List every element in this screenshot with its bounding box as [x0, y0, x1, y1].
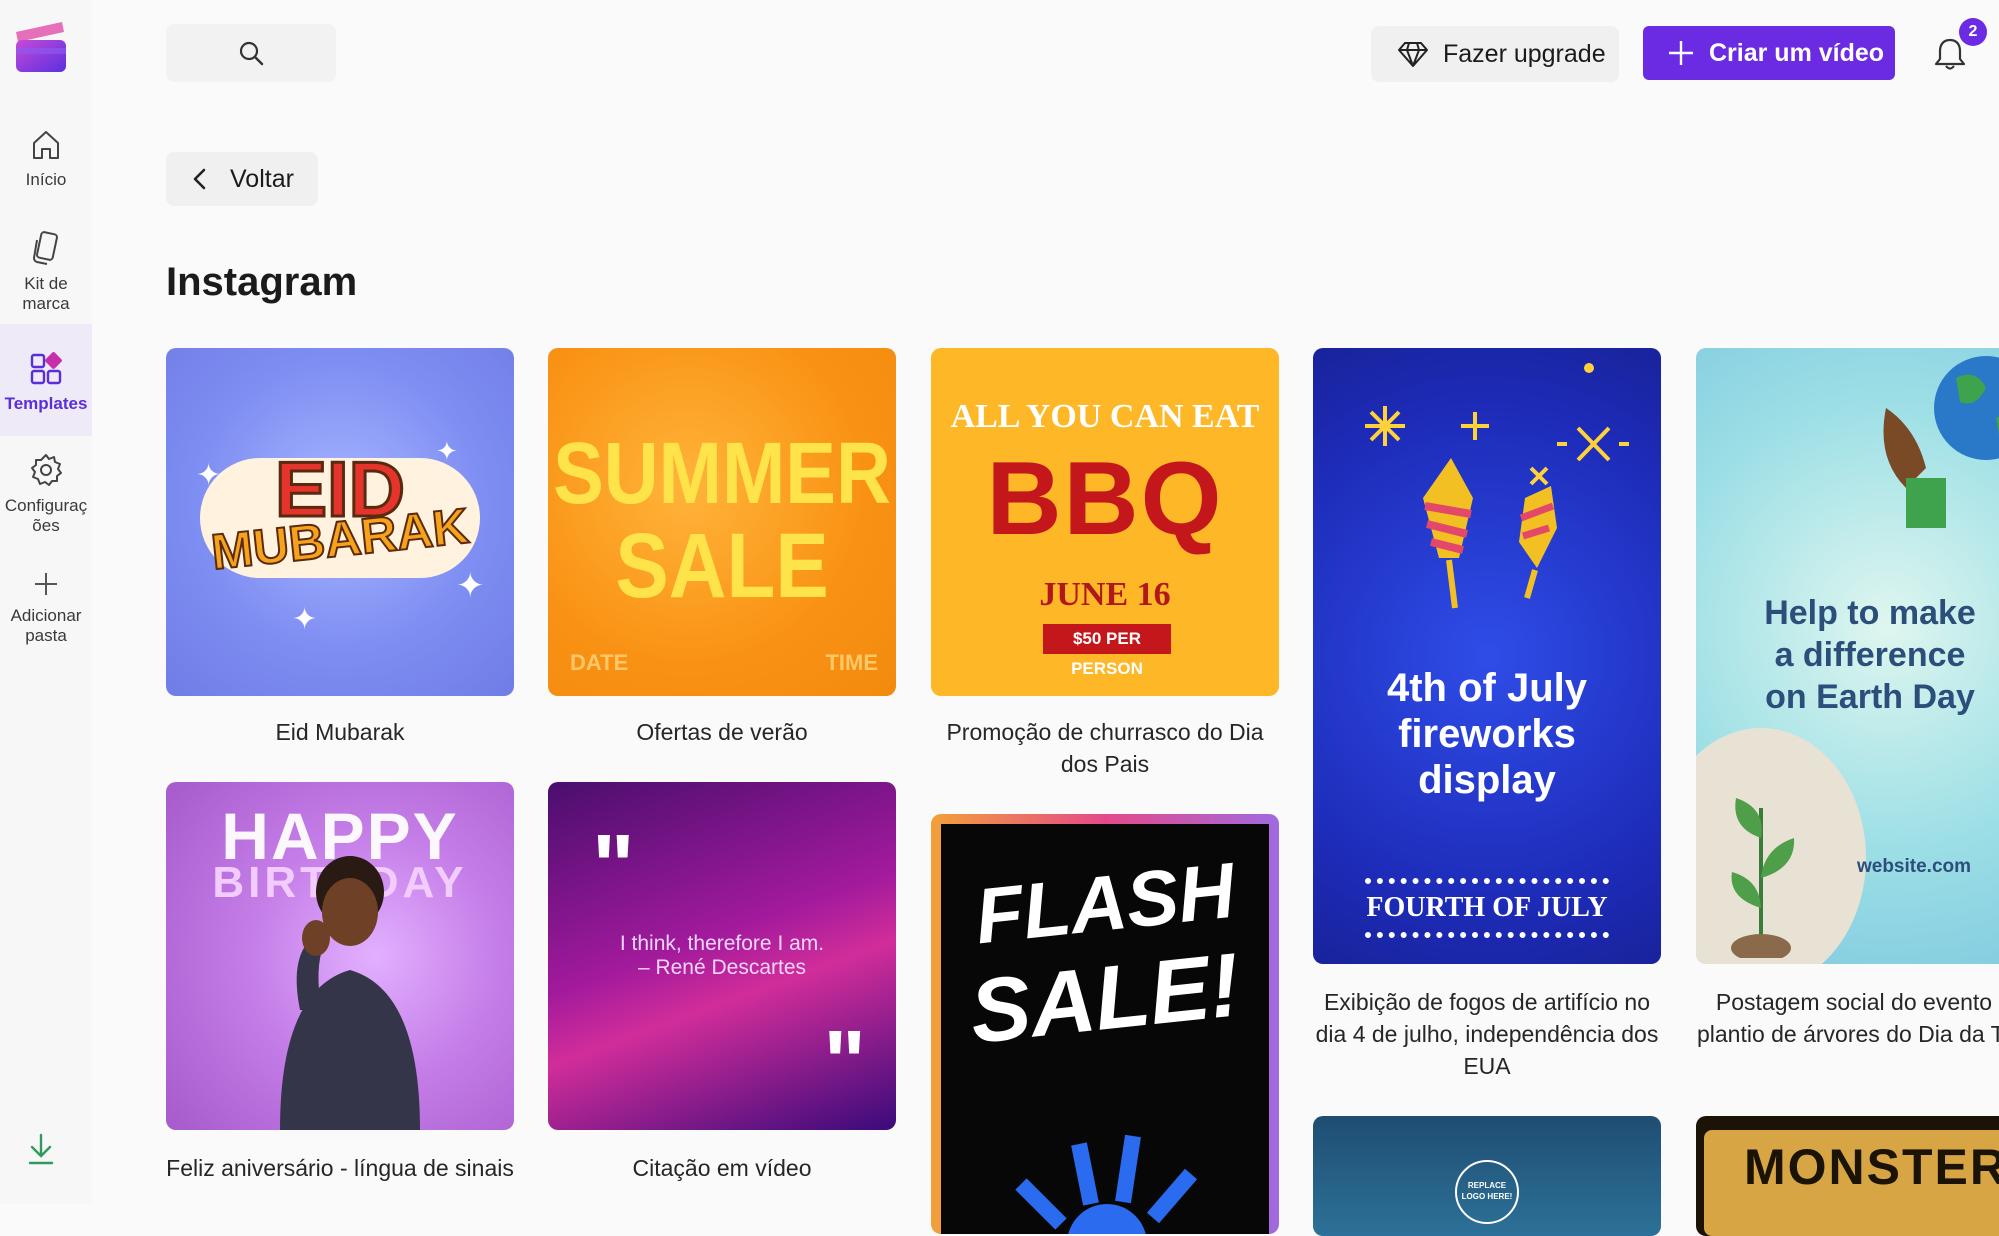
diamond-icon	[1398, 42, 1428, 67]
home-icon	[33, 131, 59, 159]
thumb-text: DATE	[570, 650, 629, 675]
thumb-text: fireworks	[1398, 712, 1576, 756]
template-caption: Exibição de fogos de artifício no dia 4 …	[1315, 989, 1659, 1079]
sparkle-icon: ✦	[196, 459, 222, 492]
logo-placeholder: REPLACE LOGO HERE!	[1455, 1160, 1519, 1224]
thumb-text: ALL YOU CAN EAT	[950, 398, 1260, 435]
thumb-text: SALE	[615, 514, 829, 617]
template-caption: Promoção de churrasco do Dia dos Pais	[946, 719, 1264, 777]
template-card-birthday-sign-language[interactable]: HAPPY BIRTHDAY	[166, 782, 514, 1130]
plus-icon	[1669, 41, 1693, 65]
sidebar-item-templates[interactable]: Templates	[0, 324, 92, 436]
thumb-text: LOGO HERE!	[1461, 1192, 1513, 1201]
thumb-text: BBQ	[986, 441, 1224, 557]
template-caption: Ofertas de verão	[636, 719, 808, 745]
thumb-text: $50 PER PERSON	[1071, 629, 1143, 678]
upgrade-label: Fazer upgrade	[1443, 39, 1606, 68]
app-logo[interactable]	[12, 18, 68, 76]
thumb-text: 4th of July	[1386, 666, 1588, 710]
quote-mark-icon: "	[592, 817, 635, 917]
templates-icon	[30, 352, 62, 385]
add-folder-button[interactable]: Adicionar pasta	[0, 570, 92, 647]
template-caption: Citação em vídeo	[632, 1155, 812, 1181]
plus-icon	[35, 573, 57, 595]
template-card-monster[interactable]: MONSTER	[1696, 1116, 1999, 1236]
search-icon	[239, 41, 264, 66]
page-title: Instagram	[166, 260, 358, 304]
dotted-divider	[1365, 932, 1609, 938]
quote-text: I think, therefore I am. – René Descarte…	[548, 932, 896, 980]
template-card-eid-mubarak[interactable]: EID MUBARAK ✦ ✦ ✦ ✦	[166, 348, 514, 696]
sidebar-item-label: Templates	[4, 394, 88, 413]
sidebar-item-brand-kit[interactable]: Kit de marca	[0, 230, 92, 315]
sapling-icon	[1731, 798, 1795, 958]
template-card-flash-sale[interactable]: FLASH SALE!	[931, 814, 1279, 1234]
sparkle-icon: ✦	[456, 567, 485, 605]
thumb-text: JUNE 16	[1039, 576, 1171, 613]
sparkle-icon: ✦	[436, 436, 458, 466]
thumb-text: I think, therefore I am.	[619, 932, 825, 955]
template-card-fourth-of-july[interactable]: 4th of July fireworks display FOURTH OF …	[1313, 348, 1661, 964]
sidebar-item-home[interactable]: Início	[0, 128, 92, 190]
template-card-earth-day[interactable]: Help to make a difference on Earth Day w…	[1696, 348, 1999, 964]
price-tag: $50 PER PERSON	[1043, 624, 1171, 678]
template-caption: Feliz aniversário - língua de sinais	[166, 1155, 514, 1181]
thumb-text: a difference	[1774, 636, 1966, 674]
earth-day-text: Help to make a difference on Earth Day	[1696, 592, 1999, 718]
thumb-text: FOURTH OF JULY	[1366, 892, 1608, 923]
thumb-text: SUMMER	[553, 424, 891, 523]
template-card-bbq[interactable]: ALL YOU CAN EAT BBQ JUNE 16 $50 PER PERS…	[931, 348, 1279, 696]
flash-sale-inner: FLASH SALE!	[941, 824, 1269, 1234]
search-button[interactable]	[166, 24, 336, 82]
dotted-divider	[1365, 878, 1609, 884]
sidebar-item-label: Adicionar pasta	[10, 606, 82, 646]
create-video-button[interactable]: Criar um vídeo	[1643, 26, 1895, 80]
back-label: Voltar	[230, 164, 294, 193]
gear-icon	[31, 454, 62, 486]
chevron-left-icon	[193, 168, 206, 190]
template-card-replace-logo[interactable]: REPLACE LOGO HERE!	[1313, 1116, 1661, 1236]
upgrade-button[interactable]: Fazer upgrade	[1371, 26, 1619, 82]
sidebar: Início Kit de marca Templates Configuraç…	[0, 0, 92, 1204]
template-card-summer-sale[interactable]: SUMMER SALE DATE TIME	[548, 348, 896, 696]
template-caption: Eid Mubarak	[275, 719, 405, 745]
thumb-text: website.com	[1856, 856, 1972, 877]
thumb-text: TIME	[825, 650, 878, 675]
sidebar-item-settings[interactable]: Configurações	[0, 452, 92, 537]
brand-kit-icon	[32, 231, 58, 265]
create-video-label: Criar um vídeo	[1709, 38, 1885, 67]
avatar-figure	[280, 856, 420, 1130]
top-bar: Fazer upgrade Criar um vídeo 2	[92, 0, 1999, 108]
template-caption: Postagem social do evento de plantio de …	[1696, 989, 1999, 1047]
monster-panel: MONSTER	[1704, 1130, 1999, 1236]
sparkle-icon: ✦	[292, 603, 318, 636]
firework-rockets-graphic	[1365, 363, 1629, 609]
thumb-text: on Earth Day	[1765, 678, 1975, 716]
back-button[interactable]: Voltar	[166, 152, 318, 206]
thumb-text: MONSTER	[1744, 1139, 1999, 1195]
sidebar-item-label: Configurações	[4, 496, 88, 536]
notification-badge: 2	[1959, 18, 1987, 46]
sidebar-item-label: Início	[25, 170, 67, 189]
quote-mark-icon: "	[823, 1013, 866, 1113]
template-card-video-quote[interactable]: " I think, therefore I am. – René Descar…	[548, 782, 896, 1130]
globe-hands-graphic	[1883, 356, 1999, 528]
download-icon[interactable]	[26, 1132, 56, 1166]
thumb-text: – René Descartes	[637, 956, 807, 979]
sidebar-item-label: Kit de marca	[22, 274, 70, 314]
thumb-text: Help to make	[1764, 594, 1976, 632]
sunburst-graphic	[1015, 1134, 1198, 1234]
thumb-text: display	[1418, 758, 1556, 802]
thumb-text: REPLACE	[1467, 1181, 1507, 1190]
